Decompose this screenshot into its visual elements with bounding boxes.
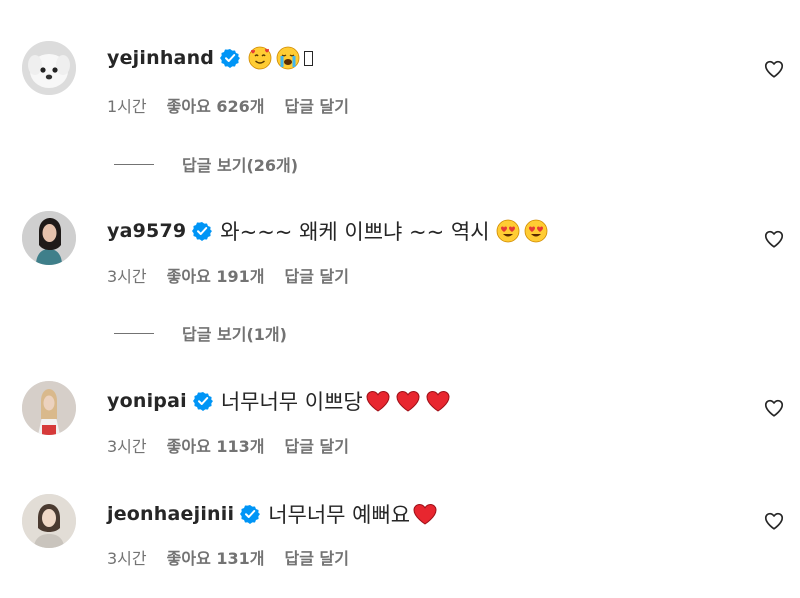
red-heart-icon — [395, 389, 421, 413]
reply-button[interactable]: 답글 달기 — [284, 433, 348, 457]
likes-count[interactable]: 좋아요 113개 — [167, 433, 265, 457]
username[interactable]: yonipai — [107, 390, 187, 412]
view-replies-button[interactable]: 답글 보기(26개) — [114, 152, 298, 176]
missing-glyph-icon — [304, 50, 314, 66]
comment-time[interactable]: 1시간 — [107, 93, 147, 117]
verified-badge-icon — [240, 504, 261, 524]
comment-time[interactable]: 3시간 — [107, 433, 147, 457]
likes-count[interactable]: 좋아요 131개 — [167, 545, 265, 569]
heart-eyes-icon — [524, 219, 548, 243]
like-heart-icon[interactable] — [763, 58, 785, 80]
heart-eyes-icon — [496, 219, 520, 243]
red-heart-icon — [425, 389, 451, 413]
red-heart-icon — [365, 389, 391, 413]
likes-count[interactable]: 좋아요 626개 — [167, 93, 265, 117]
like-heart-icon[interactable] — [763, 397, 785, 419]
comment-text: 와~~~ 왜케 이쁘냐 ~~ 역시 — [220, 220, 490, 244]
view-replies-label[interactable]: 답글 보기(1개) — [182, 321, 287, 345]
replies-divider-line — [114, 163, 154, 165]
reply-button[interactable]: 답글 달기 — [284, 545, 348, 569]
like-heart-icon[interactable] — [763, 228, 785, 250]
like-heart-icon[interactable] — [763, 510, 785, 532]
comment-text: 너무너무 이쁘당 — [220, 390, 363, 414]
comment-time[interactable]: 3시간 — [107, 263, 147, 287]
likes-count[interactable]: 좋아요 191개 — [167, 263, 265, 287]
loudly-crying-face-icon — [276, 46, 300, 70]
username[interactable]: ya9579 — [107, 220, 186, 242]
comment-time[interactable]: 3시간 — [107, 545, 147, 569]
avatar[interactable] — [22, 381, 76, 435]
username[interactable]: yejinhand — [107, 47, 214, 69]
username[interactable]: jeonhaejinii — [107, 503, 234, 525]
avatar[interactable] — [22, 494, 76, 548]
view-replies-label[interactable]: 답글 보기(26개) — [182, 152, 298, 176]
reply-button[interactable]: 답글 달기 — [284, 93, 348, 117]
avatar[interactable] — [22, 211, 76, 265]
comment-text: 너무너무 예뻐요 — [268, 503, 411, 527]
replies-divider-line — [114, 332, 154, 334]
avatar[interactable] — [22, 41, 76, 95]
smiling-face-with-hearts-icon — [248, 46, 272, 70]
verified-badge-icon — [192, 391, 213, 411]
red-heart-icon — [412, 502, 438, 526]
view-replies-button[interactable]: 답글 보기(1개) — [114, 321, 287, 345]
verified-badge-icon — [220, 48, 241, 68]
reply-button[interactable]: 답글 달기 — [284, 263, 348, 287]
verified-badge-icon — [192, 221, 213, 241]
